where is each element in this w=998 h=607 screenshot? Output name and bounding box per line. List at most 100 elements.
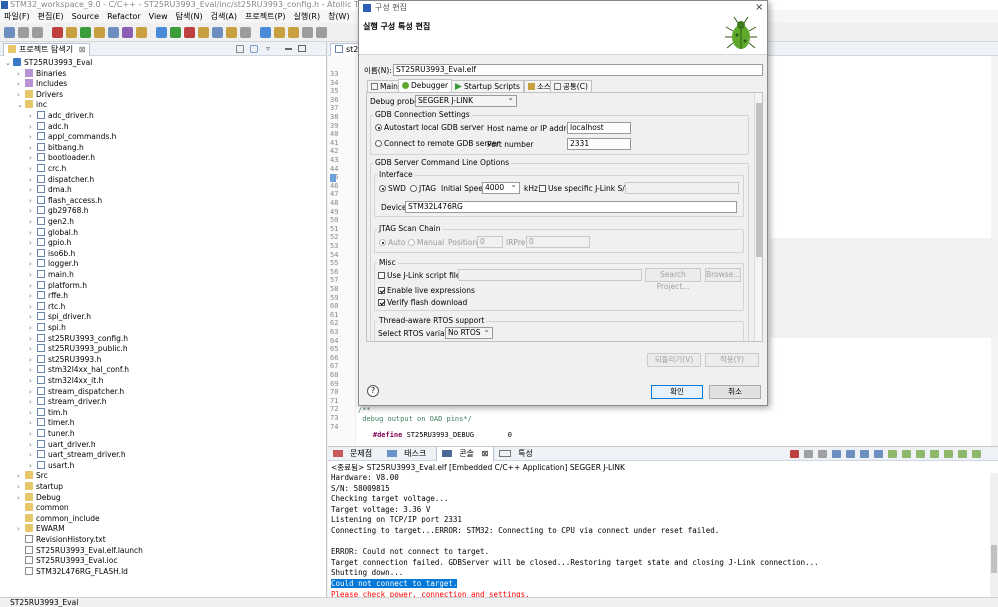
tree-twisty-icon[interactable]: › <box>29 302 37 313</box>
tree-twisty-icon[interactable]: › <box>29 143 37 154</box>
revert-button[interactable]: 되돌리기(V) <box>647 353 701 367</box>
tree-item[interactable]: › iso6b.h <box>29 248 75 260</box>
menu-item-1[interactable]: 편집(E) <box>34 10 68 23</box>
tree-item[interactable]: › stream_driver.h <box>29 397 107 408</box>
tree-item[interactable]: › uart_stream_driver.h <box>29 450 126 461</box>
console-tool-icon[interactable] <box>874 450 883 458</box>
port-field[interactable]: 2331 <box>567 138 631 150</box>
help-icon[interactable]: ? <box>367 385 379 397</box>
console-tool-icon[interactable] <box>790 450 799 458</box>
settings-icon[interactable] <box>108 27 119 38</box>
sn-field[interactable] <box>625 182 739 194</box>
explorer-close-icon[interactable]: ⊠ <box>79 45 86 54</box>
swd-radio[interactable]: SWD <box>379 184 406 194</box>
speed-select[interactable]: 4000 <box>482 182 520 194</box>
save-all-icon[interactable] <box>32 27 43 38</box>
tree-item[interactable]: › Binaries <box>17 68 66 80</box>
console-tool-icon[interactable] <box>888 450 897 458</box>
script-field[interactable] <box>458 269 642 281</box>
link-editor-icon[interactable] <box>250 45 258 53</box>
tree-item[interactable]: common_include <box>17 513 100 525</box>
tree-twisty-icon[interactable]: › <box>17 482 25 493</box>
nav-forward-icon[interactable] <box>316 27 327 38</box>
tree-twisty-icon[interactable]: › <box>29 185 37 196</box>
use-sn-checkbox[interactable]: Use specific J-Link S/N <box>539 184 630 194</box>
tree-twisty-icon[interactable]: › <box>29 111 37 122</box>
tree-twisty-icon[interactable]: › <box>29 270 37 281</box>
menu-item-5[interactable]: 탐색(N) <box>172 10 207 23</box>
tree-twisty-icon[interactable]: › <box>29 323 37 334</box>
tree-twisty-icon[interactable]: › <box>17 471 25 482</box>
tree-twisty-icon[interactable]: › <box>29 312 37 323</box>
debug-icon[interactable] <box>52 27 63 38</box>
tab-main[interactable]: Main <box>367 80 402 92</box>
tree-twisty-icon[interactable]: › <box>29 132 37 143</box>
tree-item[interactable]: › timer.h <box>29 418 74 429</box>
next-icon[interactable] <box>240 27 251 38</box>
tree-item[interactable]: › usart.h <box>29 460 74 472</box>
tree-twisty-icon[interactable]: › <box>29 461 37 472</box>
console-scroll-thumb[interactable] <box>991 545 997 573</box>
build-icon[interactable] <box>66 27 77 38</box>
tree-item[interactable]: › uart_driver.h <box>29 439 96 451</box>
device-field[interactable]: STM32L476RG <box>405 201 737 213</box>
search-icon[interactable] <box>212 27 223 38</box>
console-tool-icon[interactable] <box>958 450 967 458</box>
menu-item-6[interactable]: 검색(A) <box>207 10 241 23</box>
console-tool-icon[interactable] <box>916 450 925 458</box>
tree-item[interactable]: › stream_dispatcher.h <box>29 386 124 398</box>
stop-icon[interactable] <box>184 27 195 38</box>
tree-item[interactable]: › rtc.h <box>29 301 65 313</box>
tree-item[interactable]: › stm32l4xx_hal_conf.h <box>29 365 129 376</box>
tree-twisty-icon[interactable]: › <box>29 259 37 270</box>
tree-twisty-icon[interactable]: › <box>29 334 37 345</box>
tree-item[interactable]: › spi_driver.h <box>29 312 91 323</box>
tree-item[interactable]: › stm32l4xx_it.h <box>29 376 103 387</box>
tree-twisty-icon[interactable]: › <box>29 249 37 260</box>
tree-twisty-icon[interactable]: › <box>29 228 37 239</box>
tree-twisty-icon[interactable]: › <box>29 281 37 292</box>
redo-icon[interactable] <box>288 27 299 38</box>
undo-icon[interactable] <box>274 27 285 38</box>
tree-item[interactable]: › st25RU3993_public.h <box>29 344 128 355</box>
tree-twisty-icon[interactable]: › <box>29 164 37 175</box>
menu-item-4[interactable]: View <box>145 10 172 23</box>
search-project-button[interactable]: Search Project... <box>645 268 701 291</box>
console-tool-icon[interactable] <box>902 450 911 458</box>
tree-twisty-icon[interactable]: › <box>29 365 37 376</box>
tree-twisty-icon[interactable]: › <box>29 387 37 398</box>
tree-twisty-icon[interactable]: › <box>29 291 37 302</box>
tree-twisty-icon[interactable]: › <box>29 429 37 440</box>
tree-item[interactable]: ST25RU3993_Eval.ioc <box>17 556 117 567</box>
tree-twisty-icon[interactable]: › <box>29 175 37 186</box>
console-tool-icon[interactable] <box>944 450 953 458</box>
cancel-button[interactable]: 취소 <box>709 385 761 399</box>
console-tool-icon[interactable] <box>972 450 981 458</box>
tree-twisty-icon[interactable]: › <box>29 418 37 429</box>
manual-radio[interactable]: Manual <box>408 238 444 248</box>
tree-twisty-icon[interactable]: › <box>17 79 25 90</box>
tree-item[interactable]: › logger.h <box>29 259 78 270</box>
ok-button[interactable]: 확인 <box>651 385 703 399</box>
tree-item[interactable]: › bootloader.h <box>29 153 95 164</box>
jtag-radio[interactable]: JTAG <box>410 184 436 194</box>
tab-problems[interactable]: 문제점 <box>328 447 382 461</box>
verify-flash-checkbox[interactable]: Verify flash download <box>378 298 467 308</box>
menu-item-9[interactable]: 창(W) <box>324 10 354 23</box>
tree-item[interactable]: › Includes <box>17 79 67 90</box>
menu-item-0[interactable]: 파일(F) <box>0 10 34 23</box>
collapse-all-icon[interactable] <box>236 45 244 53</box>
tab-console[interactable]: 콘솔 ⊠ <box>436 447 495 461</box>
panel-scroll-thumb[interactable] <box>756 103 762 257</box>
tree-twisty-icon[interactable]: ⌄ <box>17 100 25 111</box>
console-tool-icon[interactable] <box>930 450 939 458</box>
tree-item[interactable]: › startup <box>17 482 63 493</box>
tree-item[interactable]: › EWARM <box>17 524 65 535</box>
tree-item[interactable]: › dispatcher.h <box>29 174 94 186</box>
menu-item-3[interactable]: Refactor <box>103 10 145 23</box>
tree-twisty-icon[interactable]: › <box>17 90 25 101</box>
tree-item[interactable]: › global.h <box>29 227 78 239</box>
menu-item-8[interactable]: 실행(R) <box>290 10 325 23</box>
tree-twisty-icon[interactable]: › <box>17 493 25 504</box>
tools-icon[interactable] <box>94 27 105 38</box>
